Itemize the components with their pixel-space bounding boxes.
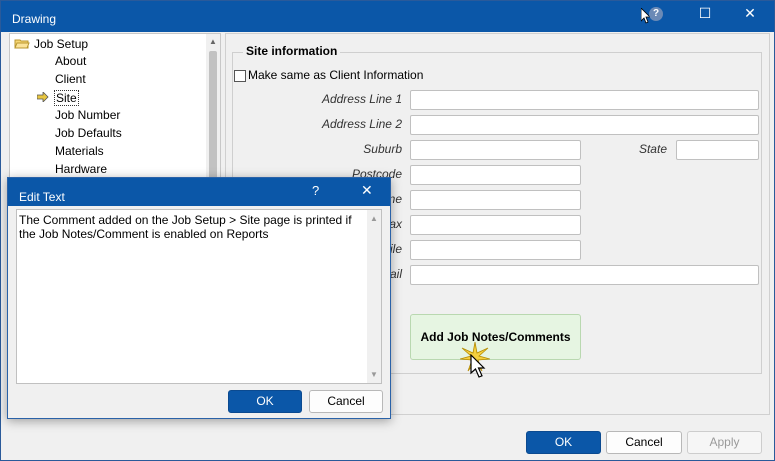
state-input[interactable] <box>676 140 759 160</box>
tree-item-site[interactable]: Site <box>54 90 79 106</box>
tree-item-hardware[interactable]: Hardware <box>55 162 107 176</box>
phone-input[interactable] <box>410 190 581 210</box>
address1-label: Address Line 1 <box>321 92 402 106</box>
scroll-up-icon[interactable]: ▲ <box>370 214 378 223</box>
comment-text: The Comment added on the Job Setup > Sit… <box>19 213 352 241</box>
address1-input[interactable] <box>410 90 759 110</box>
ok-button[interactable]: OK <box>526 431 601 454</box>
dialog-ok-button[interactable]: OK <box>228 390 302 413</box>
mobile-input[interactable] <box>410 240 581 260</box>
fax-input[interactable] <box>410 215 581 235</box>
suburb-label: Suburb <box>363 142 402 156</box>
state-label: State <box>638 142 667 156</box>
edit-text-titlebar: Edit Text ? ✕ <box>8 178 390 206</box>
address2-input[interactable] <box>410 115 759 135</box>
add-job-notes-button[interactable]: Add Job Notes/Comments <box>410 314 581 360</box>
tree-item-job-number[interactable]: Job Number <box>55 108 120 122</box>
tree-scroll-thumb[interactable] <box>209 51 217 182</box>
edit-text-dialog: Edit Text ? ✕ The Comment added on the J… <box>7 177 391 419</box>
tree-item-job-defaults[interactable]: Job Defaults <box>55 126 122 140</box>
scroll-up-icon[interactable]: ▲ <box>209 37 217 46</box>
dialog-cancel-button[interactable]: Cancel <box>309 390 383 413</box>
close-button[interactable]: ✕ <box>727 1 773 27</box>
help-button[interactable]: ? <box>649 7 663 21</box>
same-as-client-label[interactable]: Make same as Client Information <box>248 68 423 82</box>
cancel-button[interactable]: Cancel <box>606 431 682 454</box>
tree-item-materials[interactable]: Materials <box>55 144 104 158</box>
edit-text-title: Edit Text <box>19 190 65 204</box>
maximize-button[interactable]: ☐ <box>682 1 728 27</box>
tree-root-job-setup[interactable]: Job Setup <box>34 37 88 51</box>
selected-arrow-icon <box>37 92 49 102</box>
comment-textarea[interactable]: The Comment added on the Job Setup > Sit… <box>16 209 382 384</box>
site-information-heading: Site information <box>243 44 341 58</box>
window-title: Drawing <box>12 12 57 26</box>
tree-scrollbar[interactable]: ▲ <box>206 34 220 182</box>
dialog-help-button[interactable]: ? <box>312 183 319 198</box>
window-titlebar: Drawing ? ☐ ✕ <box>1 1 774 32</box>
same-as-client-checkbox[interactable] <box>234 70 246 82</box>
apply-button[interactable]: Apply <box>687 431 762 454</box>
mouse-pointer-icon <box>470 354 486 378</box>
address2-label: Address Line 2 <box>321 117 402 131</box>
dialog-close-button[interactable]: ✕ <box>361 182 373 199</box>
folder-open-icon <box>14 39 30 49</box>
navigation-tree: Job Setup About Client Site Job Number J… <box>9 33 221 183</box>
comment-scrollbar[interactable]: ▲ ▼ <box>367 210 381 383</box>
scroll-down-icon[interactable]: ▼ <box>370 370 378 379</box>
email-input[interactable] <box>410 265 759 285</box>
postcode-input[interactable] <box>410 165 581 185</box>
tree-item-about[interactable]: About <box>55 54 86 68</box>
tree-item-client[interactable]: Client <box>55 72 86 86</box>
suburb-input[interactable] <box>410 140 581 160</box>
